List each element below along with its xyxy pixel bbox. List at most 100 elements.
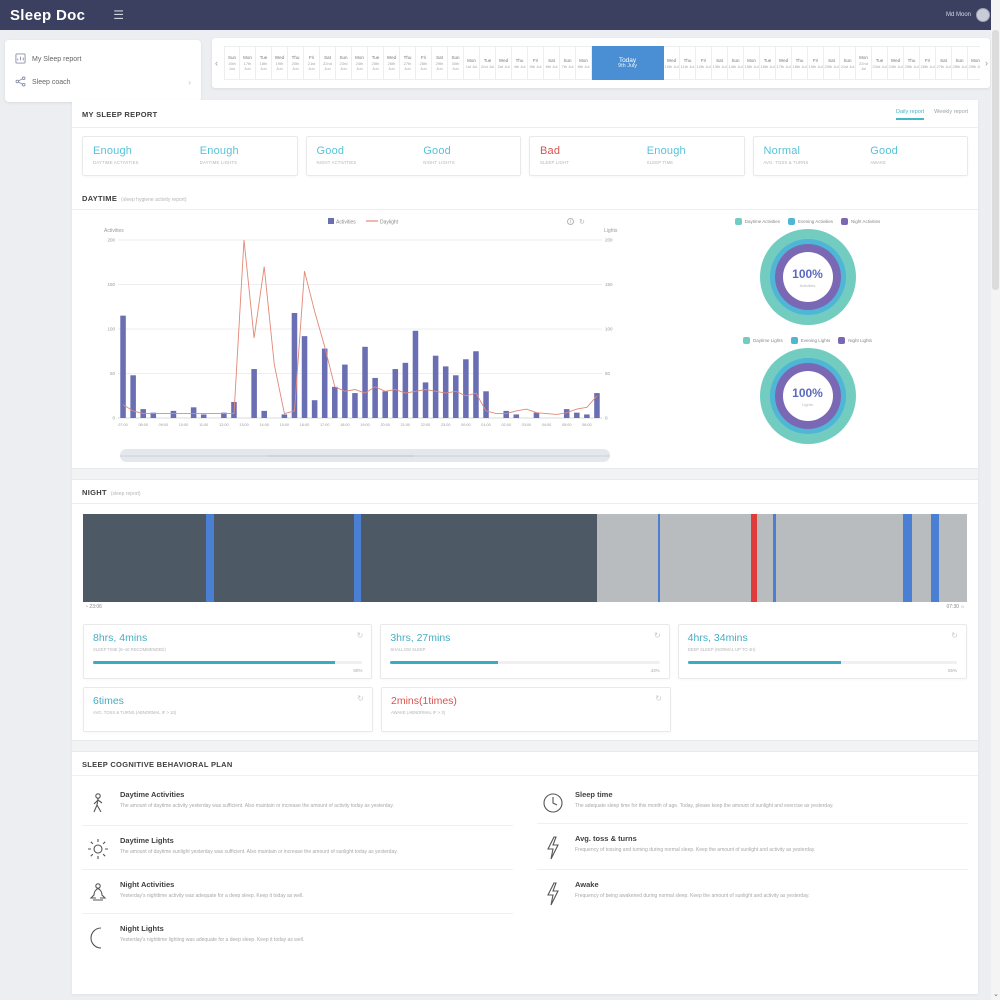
activity-bar[interactable] <box>332 387 338 418</box>
sleep-hypnogram[interactable] <box>83 514 967 602</box>
activity-bar[interactable] <box>443 366 449 418</box>
activity-bar[interactable] <box>120 316 126 418</box>
page-scrollbar-thumb[interactable] <box>992 30 999 290</box>
carousel-next-icon[interactable]: › <box>985 58 988 68</box>
date-item[interactable]: Tue2nd Jul <box>480 46 496 80</box>
activity-bar[interactable] <box>251 369 257 418</box>
sidebar-item-sleep-coach[interactable]: Sleep coach› <box>15 71 191 94</box>
date-item[interactable]: Tue25th Jun <box>368 46 384 80</box>
date-item[interactable]: Sat22nd Jun <box>320 46 336 80</box>
refresh-icon[interactable]: ↻ <box>357 631 364 640</box>
date-item[interactable]: Sat29th Jun <box>432 46 448 80</box>
date-item[interactable]: Mon22nd Jul <box>856 46 872 80</box>
date-item[interactable]: Wed19th Jun <box>272 46 288 80</box>
activity-bar[interactable] <box>282 414 288 418</box>
activity-bar[interactable] <box>403 363 409 418</box>
date-item[interactable]: Sun30th Jun <box>448 46 464 80</box>
date-item[interactable]: Thu27th Jun <box>400 46 416 80</box>
activity-bar[interactable] <box>302 336 308 418</box>
date-item[interactable]: Fri28th Jun <box>416 46 432 80</box>
date-item[interactable]: Sun7th Jul <box>560 46 576 80</box>
date-item[interactable]: Sun28th Jul <box>952 46 968 80</box>
date-item[interactable]: Wed17th Jul <box>776 46 792 80</box>
date-item-today[interactable]: Today9th July <box>592 46 664 80</box>
activity-bar[interactable] <box>514 414 520 418</box>
refresh-icon[interactable]: ↻ <box>357 694 364 703</box>
activity-bar[interactable] <box>372 378 378 418</box>
date-item[interactable]: Fri19th Jul <box>808 46 824 80</box>
date-item[interactable]: Sat27th Jul <box>936 46 952 80</box>
date-item[interactable]: Thu20th Jun <box>288 46 304 80</box>
date-item[interactable]: Fri26th Jul <box>920 46 936 80</box>
activity-bar[interactable] <box>433 356 439 418</box>
date-item[interactable]: Sun23rd Jun <box>336 46 352 80</box>
date-item[interactable]: Wed10th Jul <box>664 46 680 80</box>
hamburger-menu-icon[interactable]: ☰ <box>113 8 124 22</box>
chart-brush-scrollbar[interactable] <box>120 449 610 462</box>
options-icon[interactable]: ↻ <box>579 218 585 226</box>
activity-bar[interactable] <box>534 413 540 418</box>
page-scrollbar[interactable]: ⌄ <box>991 0 1000 1000</box>
activity-bar[interactable] <box>322 349 328 418</box>
activity-bar[interactable] <box>574 413 580 418</box>
tab-weekly-report[interactable]: Weekly report <box>934 109 968 120</box>
refresh-icon[interactable]: ↻ <box>655 694 662 703</box>
date-item[interactable]: Sat13th Jul <box>712 46 728 80</box>
info-icon[interactable]: i <box>567 218 574 225</box>
date-item[interactable]: Sun16th Jun <box>224 46 240 80</box>
date-item[interactable]: Thu25th Jul <box>904 46 920 80</box>
date-item[interactable]: Tue16th Jul <box>760 46 776 80</box>
date-item[interactable]: Sat20th Jul <box>824 46 840 80</box>
activity-bar[interactable] <box>352 393 358 418</box>
date-item[interactable]: Mon1st Jul <box>464 46 480 80</box>
date-item[interactable]: Mon8th Jul <box>576 46 592 80</box>
date-item[interactable]: Thu4th Jul <box>512 46 528 80</box>
scroll-down-icon[interactable]: ⌄ <box>993 990 999 998</box>
activity-bar[interactable] <box>362 347 368 418</box>
date-item[interactable]: Fri12th Jul <box>696 46 712 80</box>
donut-lights[interactable]: 100%Lights <box>645 348 970 444</box>
daylight-line[interactable] <box>123 240 597 414</box>
activity-bar[interactable] <box>292 313 298 418</box>
sidebar-item-my-sleep-report[interactable]: My Sleep report <box>15 48 191 71</box>
date-item[interactable]: Wed26th Jun <box>384 46 400 80</box>
activity-bar[interactable] <box>453 375 459 418</box>
activity-bar[interactable] <box>584 414 590 418</box>
avatar[interactable] <box>976 8 990 22</box>
activity-bar[interactable] <box>191 407 197 418</box>
activity-bar[interactable] <box>503 411 509 418</box>
activity-bar[interactable] <box>261 411 267 418</box>
date-item[interactable]: Mon17th Jun <box>240 46 256 80</box>
activity-bar[interactable] <box>312 400 318 418</box>
activity-bar[interactable] <box>564 409 570 418</box>
date-item[interactable]: Wed24th Jul <box>888 46 904 80</box>
activity-bar[interactable] <box>483 391 489 418</box>
activity-bar[interactable] <box>171 411 177 418</box>
date-item[interactable]: Tue18th Jun <box>256 46 272 80</box>
date-item[interactable]: Mon29th Jul <box>968 46 980 80</box>
date-item[interactable]: Mon15th Jul <box>744 46 760 80</box>
activity-bar[interactable] <box>594 393 600 418</box>
date-item[interactable]: Sun14th Jul <box>728 46 744 80</box>
tab-daily-report[interactable]: Daily report <box>896 109 924 120</box>
date-item[interactable]: Thu11th Jul <box>680 46 696 80</box>
activity-bar[interactable] <box>393 369 399 418</box>
date-item[interactable]: Mon24th Jun <box>352 46 368 80</box>
date-item[interactable]: Wed3rd Jul <box>496 46 512 80</box>
activity-bar[interactable] <box>463 359 469 418</box>
date-item[interactable]: Sat6th Jul <box>544 46 560 80</box>
date-item[interactable]: Fri21st Jun <box>304 46 320 80</box>
activity-bar[interactable] <box>382 391 388 418</box>
refresh-icon[interactable]: ↻ <box>654 631 661 640</box>
daytime-activity-chart[interactable]: ActivitiesDaylightActivitiesLights005050… <box>80 214 640 442</box>
date-item[interactable]: Fri5th Jul <box>528 46 544 80</box>
donut-activities[interactable]: 100%Activities <box>645 229 970 325</box>
date-item[interactable]: Sun21st Jul <box>840 46 856 80</box>
refresh-icon[interactable]: ↻ <box>951 631 958 640</box>
date-item[interactable]: Thu18th Jul <box>792 46 808 80</box>
activity-bar[interactable] <box>423 382 429 418</box>
carousel-prev-icon[interactable]: ‹ <box>215 58 218 68</box>
activity-bar[interactable] <box>413 331 419 418</box>
activity-bar[interactable] <box>473 351 479 418</box>
date-item[interactable]: Tue23rd Jul <box>872 46 888 80</box>
